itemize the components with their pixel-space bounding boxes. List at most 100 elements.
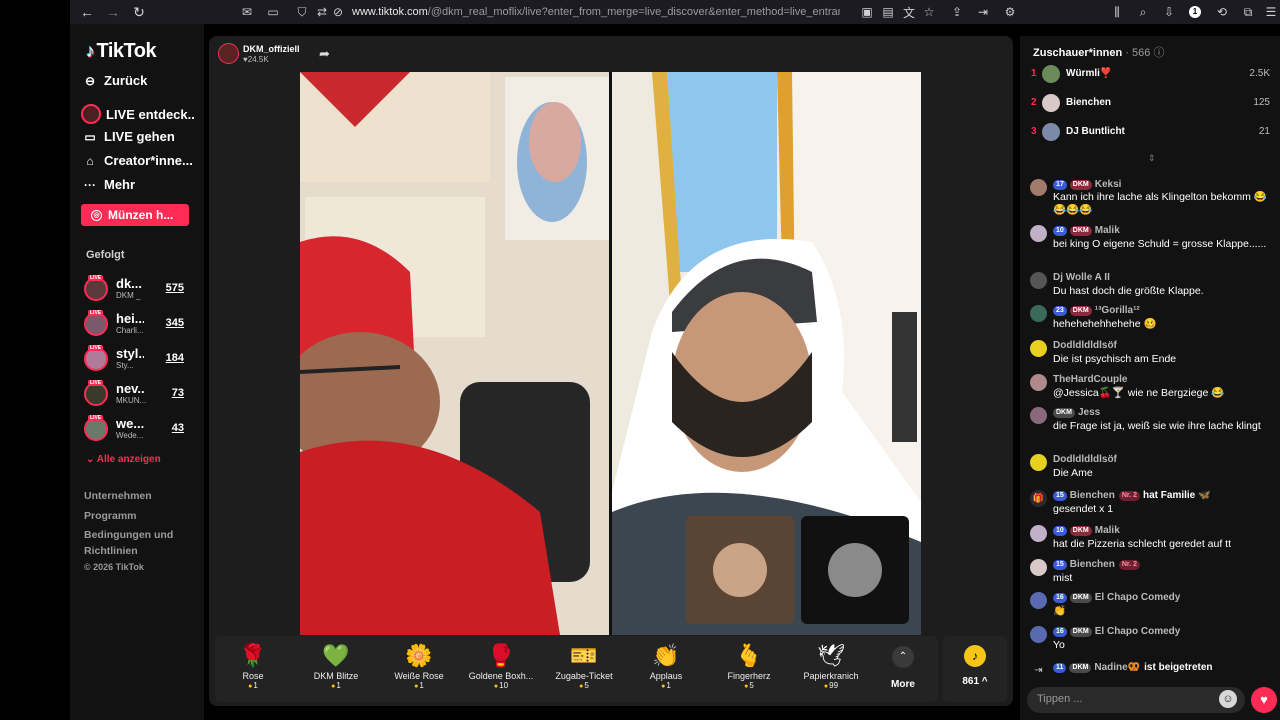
co-host-video-2[interactable] bbox=[801, 516, 909, 624]
get-coins-button[interactable]: ◎ Münzen h... bbox=[81, 204, 189, 226]
sidebar-item-creator[interactable]: ⌂ Creator*inne... bbox=[81, 153, 192, 168]
sidebar-item-label: Mehr bbox=[104, 177, 136, 192]
avatar bbox=[1042, 123, 1060, 141]
username[interactable]: Jess bbox=[1078, 407, 1100, 418]
gift-item[interactable]: 🫰 Fingerherz5 bbox=[709, 642, 789, 698]
like-heart-icon[interactable]: ♥ bbox=[1251, 687, 1277, 713]
chat-message: ⇥ 11 DKM Nadine🥨 ist beigetreten bbox=[1030, 662, 1275, 678]
gift-item[interactable]: 🎫 Zugabe-Ticket5 bbox=[544, 642, 624, 698]
share-arrow-icon[interactable]: ➦ bbox=[319, 46, 330, 62]
settings-gear-icon[interactable]: ⚙ bbox=[1001, 3, 1019, 21]
back-arrow-icon[interactable]: ← bbox=[78, 3, 96, 21]
fan-badge: DKM bbox=[1069, 626, 1092, 637]
coin-balance-button[interactable]: ♪ 861 ^ bbox=[943, 636, 1007, 702]
translate-icon[interactable]: 文 bbox=[900, 3, 918, 21]
history-icon[interactable]: ⟲ bbox=[1213, 3, 1231, 21]
reader-icon[interactable]: ▤ bbox=[879, 3, 897, 21]
avatar bbox=[84, 415, 108, 441]
footer-link-company[interactable]: Unternehmen bbox=[84, 490, 152, 502]
host-avatar[interactable] bbox=[218, 43, 239, 64]
followed-account[interactable]: nev...MKUN... 73 bbox=[83, 380, 189, 408]
username[interactable]: TheHardCouple bbox=[1053, 374, 1127, 385]
join-icon: ⇥ bbox=[1034, 665, 1043, 676]
gift-item[interactable]: 👏 Applaus1 bbox=[626, 642, 706, 698]
message-text: bei king O eigene Schuld = grosse Klappe… bbox=[1053, 238, 1267, 250]
gift-item[interactable]: 🕊 Papierkranich99 bbox=[791, 642, 871, 698]
top-viewer-row[interactable]: 2 Bienchen 125 bbox=[1031, 92, 1275, 114]
emoji-icon[interactable]: ☺ bbox=[1219, 690, 1237, 708]
username[interactable]: Dodldldldlsöf bbox=[1053, 340, 1117, 351]
chat-message: 10 DKM Malik bei king O eigene Schuld = gro… bbox=[1030, 225, 1275, 265]
sidebar-item-more[interactable]: ··· Mehr bbox=[81, 177, 135, 192]
followed-account[interactable]: hei...Charli... 345 bbox=[83, 310, 189, 338]
viewers-heading[interactable]: Zuschauer*innen · 566 ⓘ bbox=[1033, 44, 1164, 60]
username[interactable]: Dj Wolle A II bbox=[1053, 272, 1110, 283]
viewer-count: 184 bbox=[165, 352, 184, 364]
gift-item[interactable]: 🌹 Rose1 bbox=[213, 642, 293, 698]
username[interactable]: Malik bbox=[1095, 225, 1120, 236]
fan-badge: DKM bbox=[1069, 525, 1092, 536]
co-host-video-1[interactable] bbox=[686, 516, 794, 624]
sign-in-icon[interactable]: ⇥ bbox=[974, 3, 992, 21]
footer-link-terms[interactable]: Bedingungen und bbox=[84, 529, 173, 541]
show-all-link[interactable]: ⌄ Alle anzeigen bbox=[86, 454, 161, 465]
top-viewer-row[interactable]: 3 DJ Buntlicht 21 bbox=[1031, 121, 1275, 143]
video-left-host[interactable] bbox=[300, 72, 609, 635]
viewers-count: · 566 bbox=[1125, 47, 1151, 59]
level-badge: 10 bbox=[1053, 225, 1067, 236]
url-text[interactable]: www.tiktok.com/@dkm_real_moflix/live?ent… bbox=[352, 6, 840, 18]
gift-item[interactable]: 🌼 Weiße Rose1 bbox=[379, 642, 459, 698]
sidebar-item-live-discover[interactable]: LIVE entdeck.. bbox=[81, 104, 195, 124]
viewer-name: Bienchen bbox=[1066, 97, 1112, 108]
gift-item[interactable]: 🥊 Goldene Boxh...10 bbox=[461, 642, 541, 698]
rank-badge: Nr. 2 bbox=[1118, 559, 1140, 570]
message-header: 16 DKM El Chapo Comedy bbox=[1053, 592, 1180, 603]
username[interactable]: Malik bbox=[1095, 525, 1120, 536]
rank-number: 1 bbox=[1031, 68, 1037, 79]
gift-item[interactable]: 💚 DKM Blitze1 bbox=[296, 642, 376, 698]
host-video-scene bbox=[300, 72, 609, 635]
download-icon[interactable]: ⇩ bbox=[1160, 3, 1178, 21]
info-icon[interactable]: ⓘ bbox=[1153, 47, 1164, 59]
tiktok-logo[interactable]: ♪ TikTok bbox=[86, 40, 157, 63]
fan-badge: DKM bbox=[1069, 662, 1092, 673]
username[interactable]: El Chapo Comedy bbox=[1095, 626, 1181, 637]
username[interactable]: Keksi bbox=[1095, 179, 1122, 190]
viewer-score: 125 bbox=[1253, 97, 1270, 108]
footer-link-program[interactable]: Programm bbox=[84, 510, 137, 522]
footer-link-policies[interactable]: Richtlinien bbox=[84, 545, 138, 557]
menu-icon[interactable]: ☰ bbox=[1262, 3, 1280, 21]
username[interactable]: El Chapo Comedy bbox=[1095, 592, 1181, 603]
followed-account[interactable]: dk...DKM _ 575 bbox=[83, 275, 189, 303]
username[interactable]: ¹³Gorilla¹² bbox=[1095, 305, 1140, 316]
host-name[interactable]: DKM_offiziell bbox=[243, 44, 300, 54]
forward-arrow-icon[interactable]: → bbox=[104, 3, 122, 21]
message-header: 11 DKM Nadine🥨 ist beigetreten bbox=[1053, 662, 1213, 673]
followed-account[interactable]: styl...Sty... 184 bbox=[83, 345, 189, 373]
sidebar-item-go-live[interactable]: ▭ LIVE gehen bbox=[81, 129, 174, 144]
username[interactable]: Bienchen bbox=[1070, 490, 1115, 501]
extensions-icon[interactable]: ⧉ bbox=[1239, 3, 1257, 21]
more-gifts-button[interactable]: ⌃ More bbox=[883, 642, 923, 698]
url-bar[interactable]: www.tiktok.com/@dkm_real_moflix/live?ent… bbox=[236, 1, 846, 23]
fan-badge: DKM bbox=[1069, 592, 1092, 603]
username[interactable]: Bienchen bbox=[1070, 559, 1115, 570]
search-icon[interactable]: ⌕ bbox=[1134, 3, 1152, 21]
sidebar-item-label: LIVE entdeck.. bbox=[106, 106, 195, 122]
share-icon[interactable]: ⇪ bbox=[948, 3, 966, 21]
followed-heading: Gefolgt bbox=[86, 249, 125, 261]
bookmark-star-icon[interactable]: ☆ bbox=[920, 3, 938, 21]
top-viewer-row[interactable]: 1 Würmli❣️ 2.5K bbox=[1031, 63, 1275, 85]
chat-input[interactable] bbox=[1037, 693, 1207, 705]
library-icon[interactable]: ⫼ bbox=[1108, 3, 1126, 21]
avatar bbox=[84, 275, 108, 301]
screenshot-icon[interactable]: ▣ bbox=[858, 3, 876, 21]
account-name: styl... bbox=[116, 346, 144, 361]
username[interactable]: Nadine🥨 bbox=[1094, 662, 1140, 673]
followed-account[interactable]: we...Wede... 43 bbox=[83, 415, 189, 443]
username[interactable]: Dodldldldlsöf bbox=[1053, 454, 1117, 465]
back-link[interactable]: ⊖ Zurück bbox=[81, 73, 147, 88]
notification-badge-icon[interactable]: 1 bbox=[1186, 3, 1204, 21]
reload-icon[interactable]: ↻ bbox=[130, 3, 148, 21]
expand-handle-icon[interactable]: ⇕ bbox=[1148, 153, 1156, 164]
